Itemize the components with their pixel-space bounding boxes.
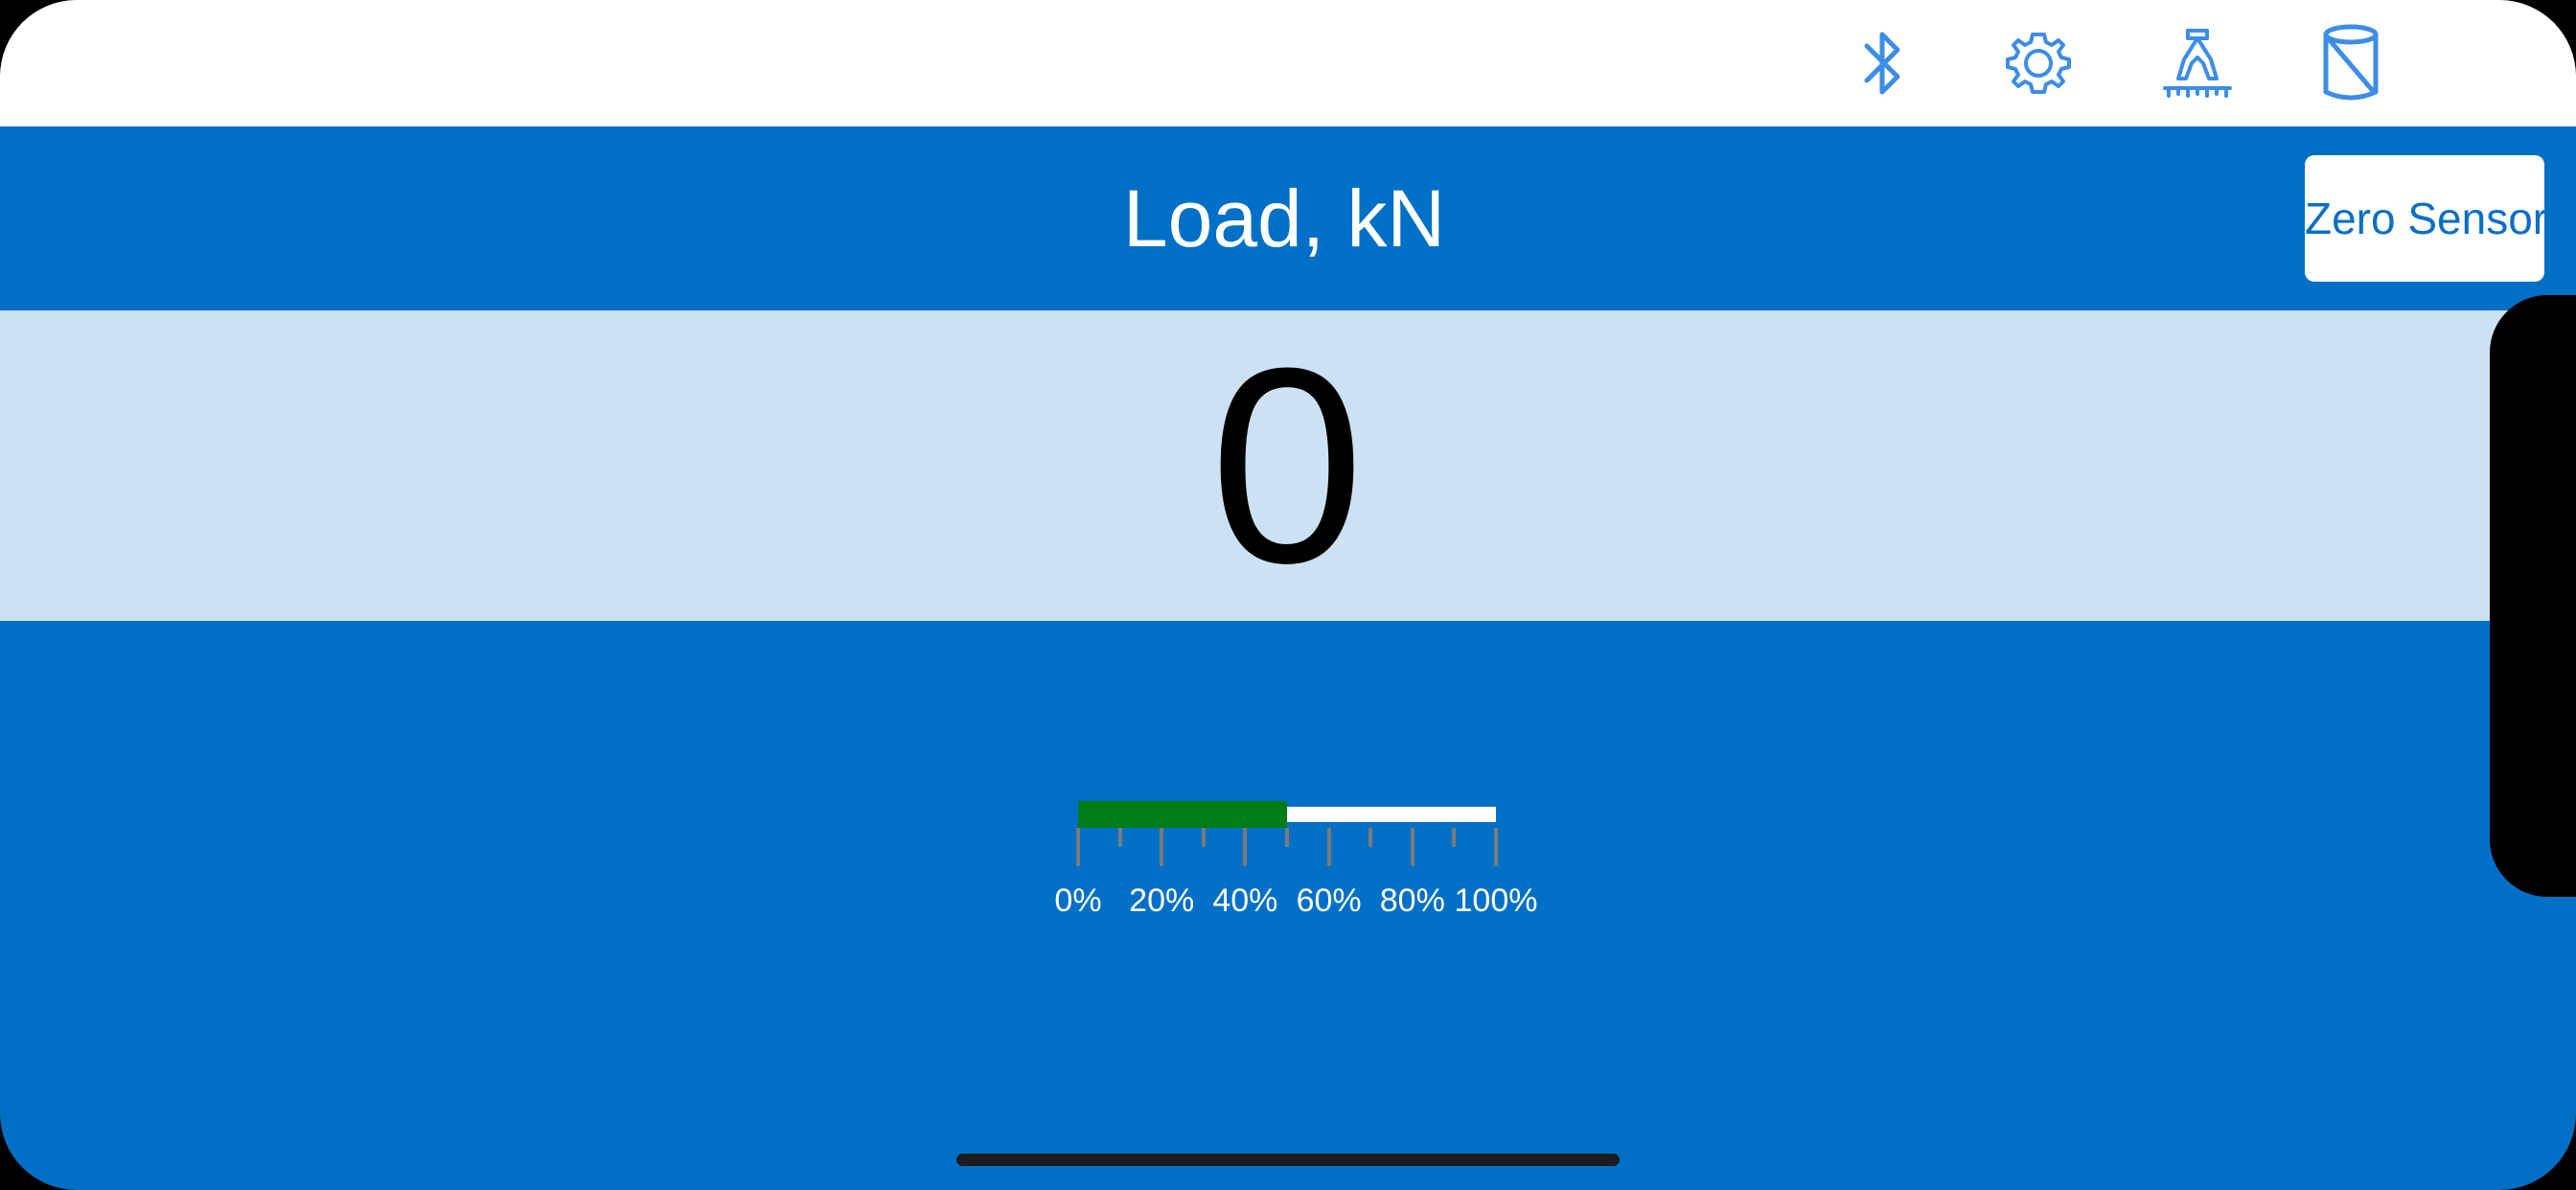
gauge-minor-tick <box>1368 828 1373 847</box>
bluetooth-icon[interactable] <box>1840 17 1926 109</box>
gauge-major-tick <box>1076 828 1080 866</box>
home-indicator[interactable] <box>956 1154 1620 1166</box>
gauge-major-tick <box>1494 828 1498 866</box>
gauge-minor-tick <box>1117 828 1122 847</box>
load-reading: 0 <box>1209 310 1365 621</box>
gauge-major-tick <box>1410 828 1414 866</box>
gauge-tick-label: 80% <box>1379 882 1445 919</box>
device-notch <box>2490 295 2576 897</box>
gauge-tick-label: 60% <box>1296 882 1362 919</box>
gauge-major-tick <box>1243 828 1248 866</box>
cylinder-icon[interactable] <box>2308 17 2394 109</box>
gauge-tick-label: 20% <box>1129 882 1195 919</box>
gauge-major-tick <box>1160 828 1164 866</box>
gauge-major-tick <box>1326 828 1331 866</box>
gauge-tick-label: 100% <box>1454 882 1538 919</box>
zero-sensor-button[interactable]: Zero Sensor <box>2305 155 2547 282</box>
clamp-ruler-icon[interactable] <box>2154 17 2241 109</box>
gear-icon[interactable] <box>1995 17 2082 109</box>
load-gauge: 0% 20% 40% 60% 80% 100% <box>1045 786 1543 929</box>
gauge-minor-tick <box>1452 828 1457 847</box>
gauge-tick-label: 0% <box>1054 882 1102 919</box>
gauge-minor-tick <box>1285 828 1289 847</box>
gauge-tick-label: 40% <box>1212 882 1278 919</box>
top-toolbar <box>0 0 2576 126</box>
app-screen: Load, kN Zero Sensor 0 0% 20% 40% 60% 80% 100… <box>0 0 2576 1190</box>
gauge-fill <box>1078 801 1287 828</box>
gauge-minor-tick <box>1201 828 1206 847</box>
page-title: Load, kN <box>1122 173 1446 263</box>
header-title-area: Load, kN <box>0 126 2576 310</box>
